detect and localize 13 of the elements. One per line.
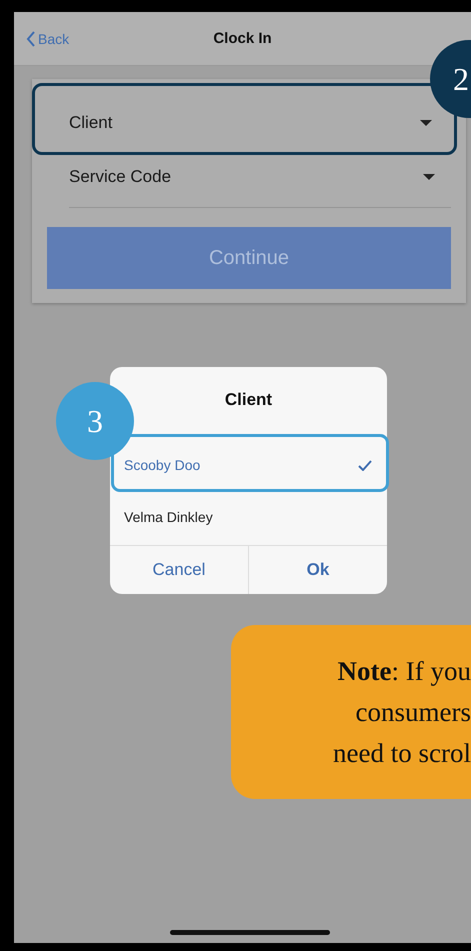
screen-title: Clock In: [212, 30, 273, 47]
checkmark-icon: [358, 460, 372, 470]
caret-icon: [423, 174, 435, 180]
back-chevron-icon: [26, 30, 36, 46]
ok-button[interactable]: Ok: [248, 546, 387, 594]
note-text: consumers: [356, 696, 471, 728]
note-text: need to scrol: [333, 736, 471, 770]
dialog-title: Client: [224, 389, 274, 411]
cancel-button[interactable]: Cancel: [110, 546, 248, 594]
caret-icon: [420, 120, 432, 126]
option-item[interactable]: Velma Dinkley: [110, 492, 387, 542]
note-text: Note: If you: [338, 654, 471, 688]
dropdown-field[interactable]: Service Code: [69, 147, 451, 208]
